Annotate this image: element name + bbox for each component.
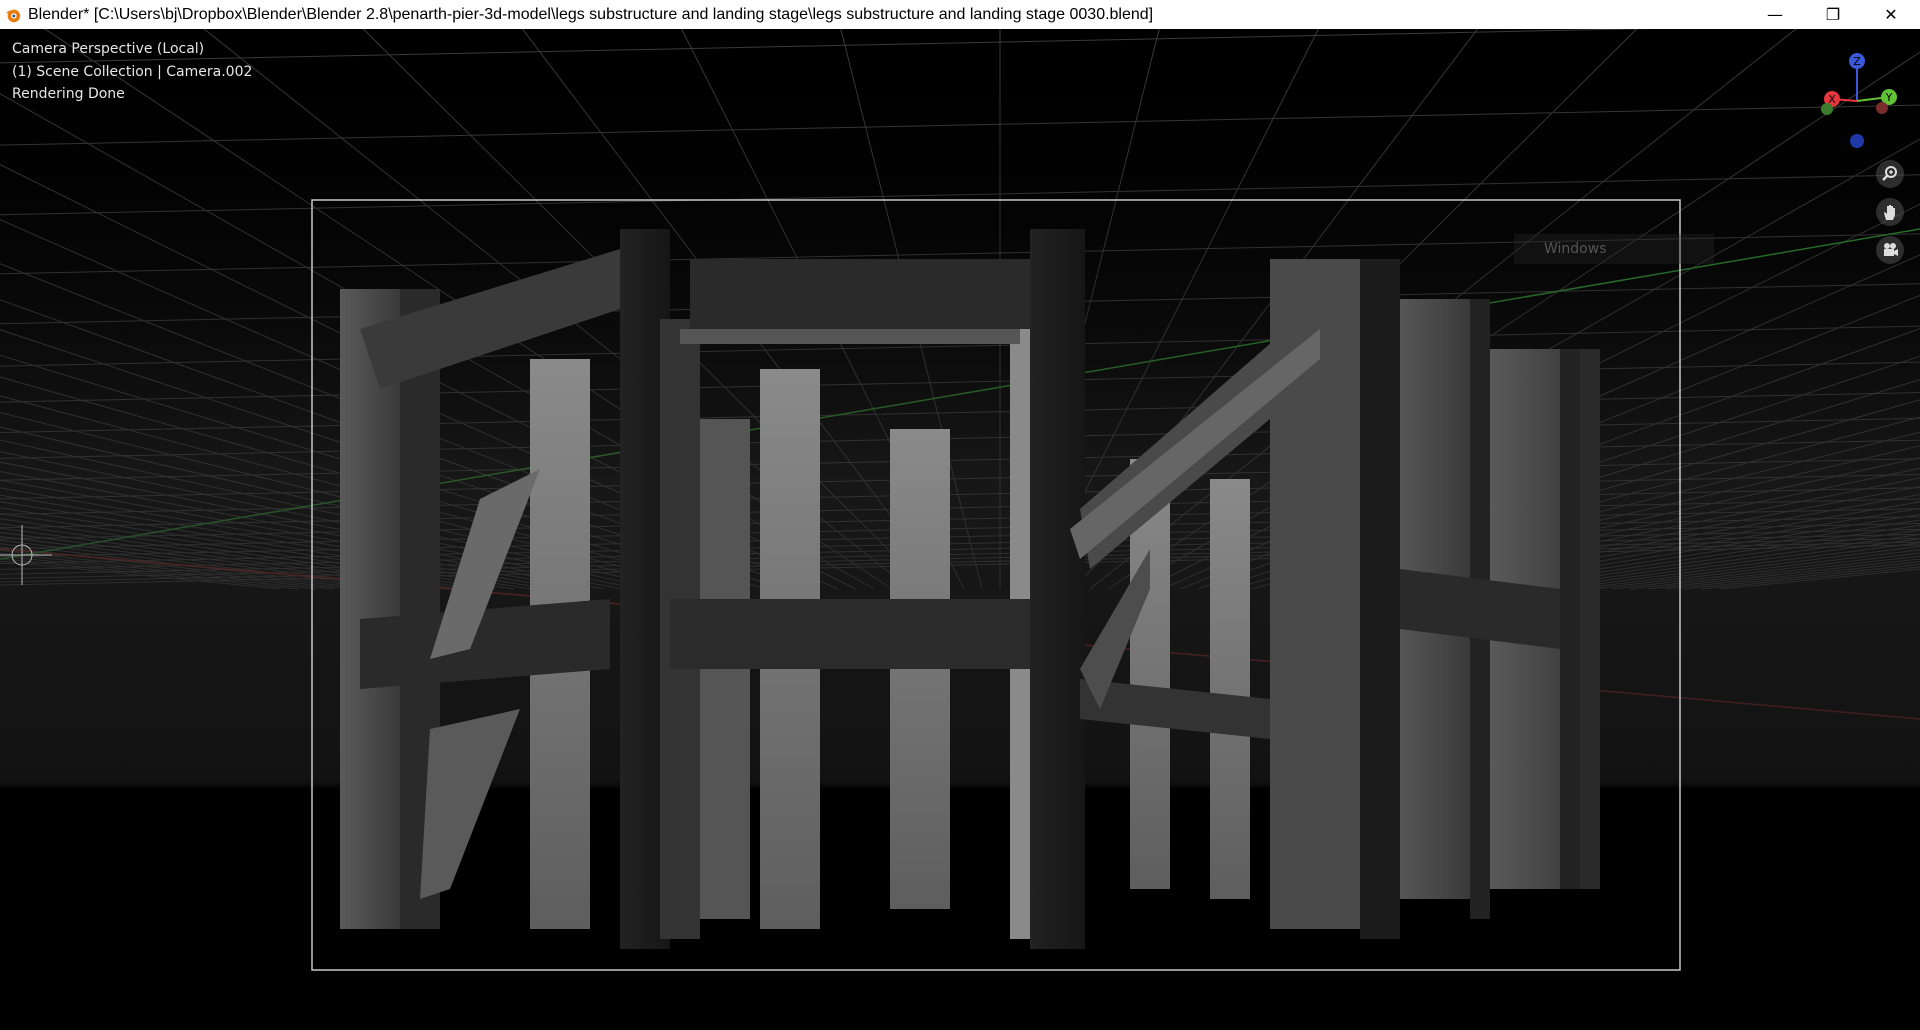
camera-view-icon	[1884, 243, 1898, 256]
pan-hand-icon	[1884, 205, 1895, 220]
window-title: Blender* [C:\Users\bj\Dropbox\Blender\Bl…	[28, 5, 1154, 23]
gizmo-y-label: Y	[1885, 91, 1893, 104]
navigation-gizmo[interactable]: Z Y X	[1800, 39, 1920, 159]
window-controls: — ❐ ✕	[1746, 0, 1920, 29]
3d-viewport[interactable]: Camera Perspective (Local) (1) Scene Col…	[0, 29, 1920, 1030]
render-status-label: Rendering Done	[12, 86, 125, 102]
blender-logo-icon	[5, 9, 21, 22]
gizmo-z-label: Z	[1853, 55, 1861, 68]
maximize-button[interactable]: ❐	[1804, 0, 1862, 29]
view-name-label: Camera Perspective (Local)	[12, 41, 205, 57]
title-bar: Blender* [C:\Users\bj\Dropbox\Blender\Bl…	[0, 0, 1920, 30]
zoom-icon	[1882, 166, 1897, 181]
collection-info-label: (1) Scene Collection | Camera.002	[12, 64, 253, 80]
camera-view-button[interactable]	[1876, 236, 1904, 264]
scene-render	[0, 29, 1920, 1030]
close-button[interactable]: ✕	[1862, 0, 1920, 29]
zoom-button[interactable]	[1876, 160, 1904, 188]
minimize-button[interactable]: —	[1746, 0, 1804, 29]
activation-watermark: Windows	[1514, 234, 1714, 264]
pan-button[interactable]	[1876, 198, 1904, 226]
